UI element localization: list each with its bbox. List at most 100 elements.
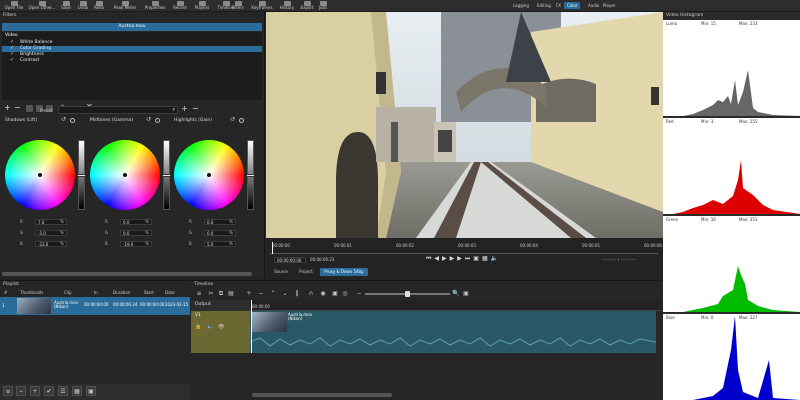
wheel-handle[interactable]	[207, 173, 211, 177]
filter-checkbox[interactable]: ✓	[10, 58, 14, 63]
timeline-playhead[interactable]	[251, 300, 252, 353]
zoom-out-icon[interactable]: −	[355, 290, 363, 298]
ripple-all-icon[interactable]: ◎	[341, 290, 349, 298]
playlist-column-header[interactable]: Duration	[113, 291, 130, 295]
filters-scrollbar[interactable]	[2, 272, 252, 276]
workspace-tab-fx[interactable]: FX	[553, 2, 564, 9]
zoom-slider[interactable]	[365, 291, 450, 297]
keyframe-icon[interactable]	[70, 118, 75, 123]
player-tab-0[interactable]: Source	[270, 268, 292, 276]
shadows-color-wheel[interactable]	[5, 140, 75, 210]
redo-button[interactable]: Redo	[92, 0, 106, 12]
current-time-field[interactable]: 00:00:00:00	[274, 257, 306, 263]
undo-button[interactable]: Undo	[76, 0, 90, 12]
snap-icon[interactable]: ∩	[307, 290, 315, 298]
timeline-scrollbar[interactable]	[252, 393, 392, 397]
split-icon[interactable]: ‖	[293, 290, 301, 298]
filters-button[interactable]: Filters	[230, 0, 246, 12]
jobs-button[interactable]: Jobs	[316, 0, 330, 12]
playlist-button[interactable]: Playlist	[191, 0, 213, 12]
playlist-column-header[interactable]: Date	[165, 291, 175, 295]
playlist-add-button[interactable]: +	[30, 386, 40, 396]
playlist-icons-view-icon[interactable]: ▣	[86, 386, 96, 396]
keyframes-button[interactable]: Keyframes	[248, 0, 276, 12]
playlist-column-header[interactable]: Thumbnails	[20, 291, 43, 295]
toolbar-button-label: Open File	[4, 5, 24, 10]
cut-icon[interactable]: ✂	[207, 290, 215, 298]
playlist-tiles-view-icon[interactable]: ▦	[72, 386, 82, 396]
reset-icon[interactable]: ↺	[146, 117, 151, 123]
timeline-menu-icon[interactable]: ≡	[195, 290, 203, 298]
zoom-fit-icon[interactable]: ▣	[462, 290, 470, 298]
workspace-tab-color[interactable]: Color	[564, 2, 581, 9]
workspace-tab-logging[interactable]: Logging	[510, 2, 532, 9]
remove-icon[interactable]: −	[257, 290, 265, 298]
audio-waveform	[250, 337, 656, 347]
save-button[interactable]: Save	[58, 0, 74, 12]
highlights-luma-slider[interactable]	[246, 140, 255, 210]
add-filter-button[interactable]: +	[4, 104, 11, 112]
remove-filter-button[interactable]: −	[14, 104, 21, 112]
player-tab-2[interactable]: Proxy & Down 540p	[320, 268, 368, 276]
slider-knob[interactable]	[246, 174, 255, 177]
reset-icon[interactable]: ↺	[61, 117, 66, 123]
volume-icon[interactable]: 🔈	[491, 255, 501, 262]
copy-filter-icon[interactable]	[26, 105, 33, 112]
ruler-tick-label: 00:00:00	[272, 243, 290, 248]
playlist-column-header[interactable]: Start	[144, 291, 154, 295]
delete-preset-button[interactable]: −	[192, 105, 199, 113]
add-preset-button[interactable]: +	[181, 105, 188, 113]
preset-select[interactable]: ▾	[58, 106, 178, 114]
zoom-slider-knob[interactable]	[405, 291, 410, 297]
forward-icon[interactable]: ▶▶	[450, 255, 465, 262]
playhead[interactable]	[272, 242, 273, 254]
append-icon[interactable]: +	[245, 290, 253, 298]
zoom-in-icon[interactable]: 🔍	[452, 290, 460, 298]
highlights-color-wheel[interactable]	[174, 140, 244, 210]
slider-knob[interactable]	[77, 174, 86, 177]
keyframe-icon[interactable]	[239, 118, 244, 123]
playlist-remove-button[interactable]: −	[16, 386, 26, 396]
slider-knob[interactable]	[162, 174, 171, 177]
ripple-icon[interactable]: ▣	[331, 290, 339, 298]
zoom-icon[interactable]: ▣	[473, 255, 482, 262]
play-icon[interactable]: ▶	[442, 255, 450, 262]
player-tab-1[interactable]: Project	[294, 268, 318, 276]
paste-icon[interactable]: ▤	[227, 290, 235, 298]
keyframe-icon[interactable]	[155, 118, 160, 123]
lock-icon[interactable]: 🔒	[195, 325, 201, 330]
timeline-ruler[interactable]: 00:00:00	[250, 300, 663, 311]
lift-icon[interactable]: ⌃	[269, 290, 277, 298]
playlist-menu-button[interactable]: ≡	[3, 386, 13, 396]
properties-button[interactable]: Properties	[141, 0, 169, 12]
midtones-color-wheel[interactable]	[90, 140, 160, 210]
wheel-handle[interactable]	[38, 173, 42, 177]
mute-icon[interactable]: 🔈	[207, 325, 213, 330]
shadows-luma-slider[interactable]	[77, 140, 86, 210]
channel-label: R	[189, 219, 192, 224]
playlist-column-header[interactable]: Clip	[64, 291, 72, 295]
rewind-icon[interactable]: ◀	[434, 255, 442, 262]
eye-icon[interactable]: 👁	[218, 325, 224, 330]
copy-icon[interactable]: ⧉	[217, 290, 225, 298]
overwrite-icon[interactable]: ⌄	[281, 290, 289, 298]
filter-item[interactable]: ✓ Contrast	[2, 58, 262, 64]
workspace-tab-player[interactable]: Player	[600, 2, 618, 9]
wheel-handle[interactable]	[123, 173, 127, 177]
open-other-button[interactable]: Open Other...	[27, 0, 57, 12]
recent-button[interactable]: Recent	[170, 0, 190, 12]
playlist-details-view-icon[interactable]: ☰	[58, 386, 68, 396]
player-ruler[interactable]: 00:00:00 00:00:01 00:00:02 00:00:03 00:00:04…	[270, 243, 662, 254]
peak-meter-button[interactable]: Peak Meter	[110, 0, 140, 12]
playlist-column-header[interactable]: #	[4, 291, 7, 295]
playlist-column-header[interactable]: In	[94, 291, 98, 295]
history-button[interactable]: History	[277, 0, 297, 12]
reset-icon[interactable]: ↺	[230, 117, 235, 123]
grid-icon[interactable]: ▦	[482, 255, 491, 262]
export-button[interactable]: Export	[298, 0, 316, 12]
open-file-button[interactable]: Open File	[3, 0, 25, 12]
workspace-tab-editing[interactable]: Editing	[534, 2, 554, 9]
scrub-icon[interactable]: ◉	[319, 290, 327, 298]
playlist-update-button[interactable]: ✔	[44, 386, 54, 396]
midtones-luma-slider[interactable]	[162, 140, 171, 210]
